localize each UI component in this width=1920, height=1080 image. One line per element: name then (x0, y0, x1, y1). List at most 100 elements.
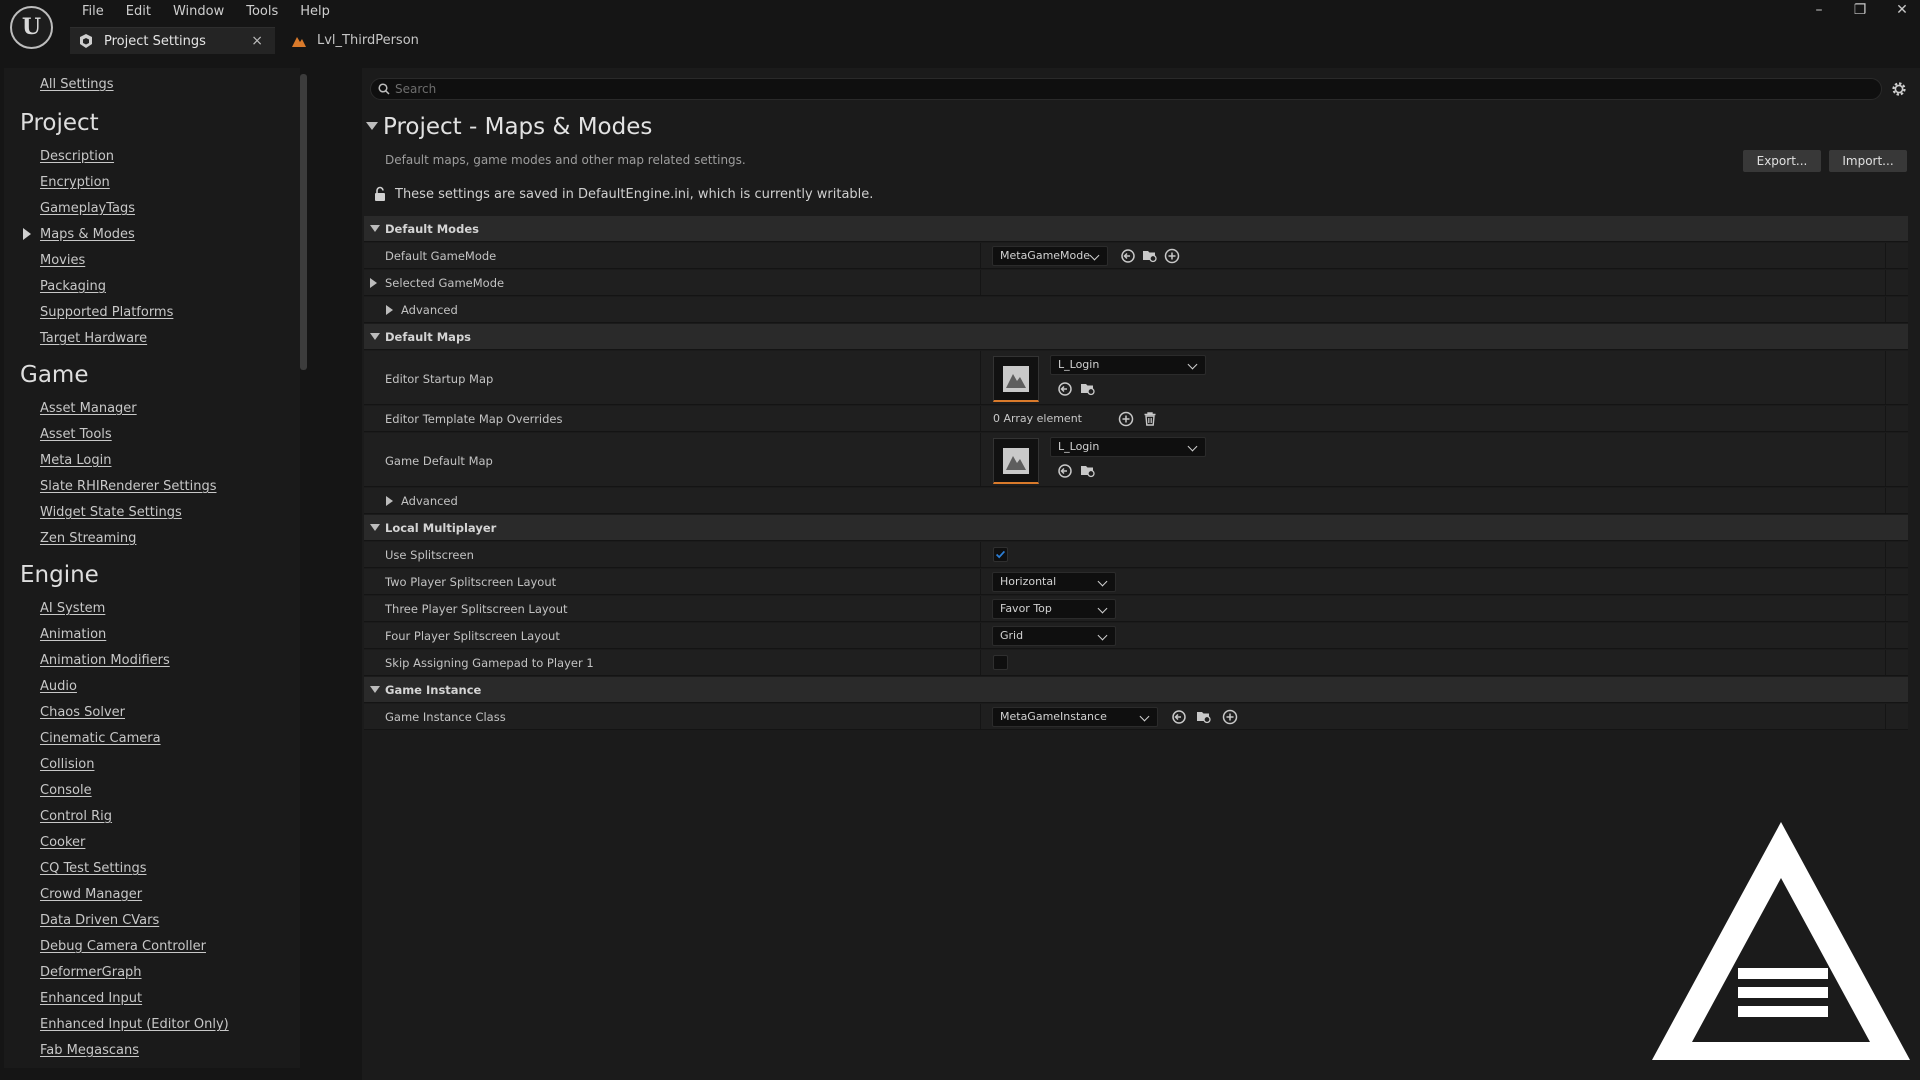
column-divider (1885, 270, 1886, 295)
sidebar-item-animation-modifiers[interactable]: Animation Modifiers (40, 653, 170, 668)
use-selected-icon[interactable] (1171, 709, 1187, 725)
editor-startup-map-combo[interactable]: L_Login (1050, 355, 1206, 375)
import-button[interactable]: Import... (1829, 150, 1907, 172)
menu-help[interactable]: Help (290, 2, 340, 22)
property-label: Use Splitscreen (385, 548, 474, 562)
sidebar-item-slate-rhi[interactable]: Slate RHIRenderer Settings (40, 479, 217, 494)
sidebar-item-maps-modes[interactable]: Maps & Modes (40, 227, 135, 242)
tab-project-settings[interactable]: Project Settings × (70, 27, 275, 54)
sidebar-item-cooker[interactable]: Cooker (40, 835, 85, 850)
sidebar-item-debug-camera[interactable]: Debug Camera Controller (40, 939, 206, 954)
sidebar-item-all-settings[interactable]: All Settings (40, 77, 114, 92)
three-player-layout-combo[interactable]: Favor Top (992, 599, 1116, 619)
menu-edit[interactable]: Edit (116, 2, 161, 22)
browse-folder-icon[interactable] (1080, 381, 1096, 397)
sidebar-item-widget-state[interactable]: Widget State Settings (40, 505, 182, 520)
section-default-maps[interactable]: Default Maps (364, 324, 1908, 350)
section-game-instance[interactable]: Game Instance (364, 677, 1908, 703)
close-window-icon[interactable]: ✕ (1884, 2, 1920, 18)
sidebar-item-enhanced-input[interactable]: Enhanced Input (40, 991, 142, 1006)
use-selected-icon[interactable] (1120, 248, 1136, 264)
unreal-logo-icon[interactable]: U (10, 6, 53, 49)
sidebar-item-data-driven-cvars[interactable]: Data Driven CVars (40, 913, 159, 928)
combo-value: Horizontal (1000, 575, 1057, 588)
sidebar-item-description[interactable]: Description (40, 149, 114, 164)
restore-icon[interactable]: ❐ (1842, 2, 1878, 18)
section-default-modes[interactable]: Default Modes (364, 216, 1908, 242)
value-column (980, 351, 981, 404)
column-divider (1885, 406, 1886, 431)
sidebar-item-control-rig[interactable]: Control Rig (40, 809, 112, 824)
row-default-maps-advanced[interactable]: Advanced (364, 488, 1908, 514)
two-player-layout-combo[interactable]: Horizontal (992, 572, 1116, 592)
row-default-modes-advanced[interactable]: Advanced (364, 297, 1908, 323)
property-label: Three Player Splitscreen Layout (385, 602, 568, 616)
sidebar-item-deformergraph[interactable]: DeformerGraph (40, 965, 142, 980)
sidebar-item-collision[interactable]: Collision (40, 757, 94, 772)
row-selected-gamemode[interactable]: Selected GameMode (364, 270, 1908, 296)
selected-arrow-icon (23, 228, 31, 240)
section-local-multiplayer[interactable]: Local Multiplayer (364, 515, 1908, 541)
sidebar-item-meta-login[interactable]: Meta Login (40, 453, 111, 468)
use-selected-icon[interactable] (1057, 381, 1073, 397)
section-title: Local Multiplayer (385, 521, 497, 535)
sidebar-item-asset-manager[interactable]: Asset Manager (40, 401, 137, 416)
sidebar-item-fab-megascans[interactable]: Fab Megascans (40, 1043, 139, 1058)
column-divider (1885, 351, 1886, 404)
trash-icon[interactable] (1142, 411, 1158, 427)
row-default-gamemode: Default GameMode MetaGameMode (364, 243, 1908, 269)
chevron-down-icon (1089, 250, 1100, 261)
gear-icon[interactable] (1890, 80, 1908, 98)
property-label: Advanced (401, 303, 458, 317)
four-player-layout-combo[interactable]: Grid (992, 626, 1116, 646)
sidebar-item-supported-platforms[interactable]: Supported Platforms (40, 305, 173, 320)
sidebar-scrollbar[interactable] (300, 74, 307, 370)
sidebar-item-crowd-manager[interactable]: Crowd Manager (40, 887, 142, 902)
use-splitscreen-checkbox[interactable] (993, 547, 1008, 562)
sidebar-item-animation[interactable]: Animation (40, 627, 106, 642)
sidebar-item-cq-test-settings[interactable]: CQ Test Settings (40, 861, 147, 876)
search-input[interactable] (395, 80, 1875, 98)
sidebar-item-audio[interactable]: Audio (40, 679, 77, 694)
collapse-arrow-icon[interactable] (366, 122, 378, 130)
sidebar-item-cinematic-camera[interactable]: Cinematic Camera (40, 731, 161, 746)
add-icon[interactable] (1222, 709, 1238, 725)
map-thumbnail[interactable] (993, 438, 1039, 484)
close-tab-icon[interactable]: × (251, 33, 263, 49)
minimize-icon[interactable]: – (1801, 2, 1837, 18)
row-two-player-layout: Two Player Splitscreen Layout Horizontal (364, 569, 1908, 595)
browse-folder-icon[interactable] (1142, 248, 1158, 264)
sidebar-item-target-hardware[interactable]: Target Hardware (40, 331, 147, 346)
chevron-down-icon (1187, 359, 1198, 370)
search-box[interactable] (370, 78, 1882, 100)
sidebar-item-enhanced-input-editor[interactable]: Enhanced Input (Editor Only) (40, 1017, 229, 1032)
sidebar-category-engine: Engine (20, 562, 99, 588)
tab-level[interactable]: Lvl_ThirdPerson (287, 27, 447, 54)
export-button[interactable]: Export... (1743, 150, 1821, 172)
default-gamemode-combo[interactable]: MetaGameMode (992, 246, 1108, 266)
value-column (980, 704, 981, 729)
property-label: Game Default Map (385, 454, 493, 468)
menu-window[interactable]: Window (163, 2, 234, 22)
game-instance-class-combo[interactable]: MetaGameInstance (992, 707, 1158, 727)
sidebar-item-chaos-solver[interactable]: Chaos Solver (40, 705, 125, 720)
browse-folder-icon[interactable] (1080, 463, 1096, 479)
menu-tools[interactable]: Tools (236, 2, 288, 22)
sidebar-item-zen-streaming[interactable]: Zen Streaming (40, 531, 136, 546)
sidebar-item-ai-system[interactable]: AI System (40, 601, 105, 616)
skip-gamepad-checkbox[interactable] (993, 655, 1008, 670)
sidebar-item-console[interactable]: Console (40, 783, 92, 798)
row-use-splitscreen: Use Splitscreen (364, 542, 1908, 568)
sidebar-item-packaging[interactable]: Packaging (40, 279, 106, 294)
add-icon[interactable] (1164, 248, 1180, 264)
game-default-map-combo[interactable]: L_Login (1050, 437, 1206, 457)
menu-file[interactable]: File (72, 2, 114, 22)
sidebar-item-encryption[interactable]: Encryption (40, 175, 110, 190)
sidebar-item-asset-tools[interactable]: Asset Tools (40, 427, 112, 442)
add-element-icon[interactable] (1118, 411, 1134, 427)
sidebar-item-movies[interactable]: Movies (40, 253, 85, 268)
use-selected-icon[interactable] (1057, 463, 1073, 479)
map-thumbnail[interactable] (993, 356, 1039, 402)
browse-folder-icon[interactable] (1196, 709, 1212, 725)
sidebar-item-gameplaytags[interactable]: GameplayTags (40, 201, 135, 216)
